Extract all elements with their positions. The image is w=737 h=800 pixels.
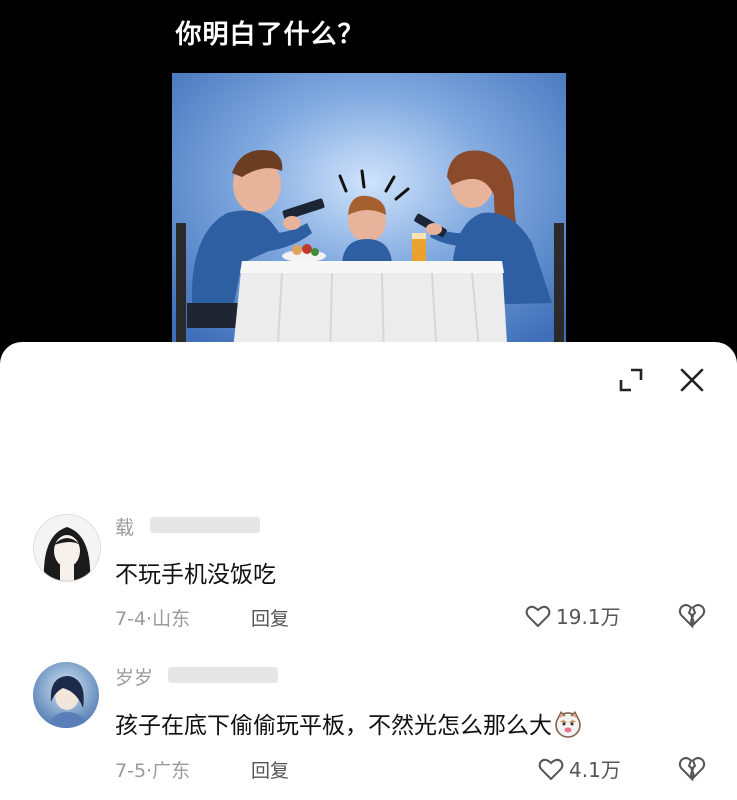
- heart-icon: [538, 758, 564, 780]
- comment-meta: 7-4·山东: [115, 608, 191, 630]
- video-title: 你明白了什么？: [175, 20, 365, 50]
- comment-text-body: 孩子在底下偷偷玩平板，不然光怎么那么大: [115, 713, 552, 739]
- close-icon[interactable]: [678, 366, 706, 394]
- video-player[interactable]: 你明白了什么？: [0, 0, 737, 360]
- like-count: 4.1万: [569, 758, 621, 782]
- reply-button[interactable]: 回复: [251, 604, 289, 631]
- broken-heart-icon[interactable]: [678, 755, 706, 783]
- like-button[interactable]: 19.1万: [525, 601, 621, 630]
- reply-button[interactable]: 回复: [251, 756, 289, 783]
- avatar[interactable]: [33, 662, 99, 728]
- comment-text: 不玩手机没饭吃: [115, 562, 276, 588]
- like-button[interactable]: 4.1万: [538, 754, 621, 783]
- family-dinner-illustration: [172, 73, 566, 360]
- broken-heart-icon[interactable]: [678, 602, 706, 630]
- comment-date: 7-5: [115, 760, 147, 782]
- video-frame-illustration: [172, 73, 566, 360]
- comment-text: 孩子在底下偷偷玩平板，不然光怎么那么大: [115, 706, 582, 740]
- like-count: 19.1万: [556, 605, 621, 629]
- heart-icon: [525, 605, 551, 627]
- expand-icon[interactable]: [617, 366, 645, 394]
- comment-username[interactable]: 岁岁: [115, 663, 153, 690]
- blurred-username: [168, 667, 278, 683]
- comment-meta: 7-5·广东: [115, 760, 191, 782]
- cat-face-emoji: [554, 710, 582, 738]
- comment-location: 广东: [152, 760, 191, 782]
- comment-date: 7-4: [115, 608, 147, 630]
- blurred-username: [150, 517, 260, 533]
- comment-location: 山东: [152, 608, 191, 630]
- comment-username[interactable]: 载: [115, 513, 134, 540]
- avatar[interactable]: [33, 514, 101, 582]
